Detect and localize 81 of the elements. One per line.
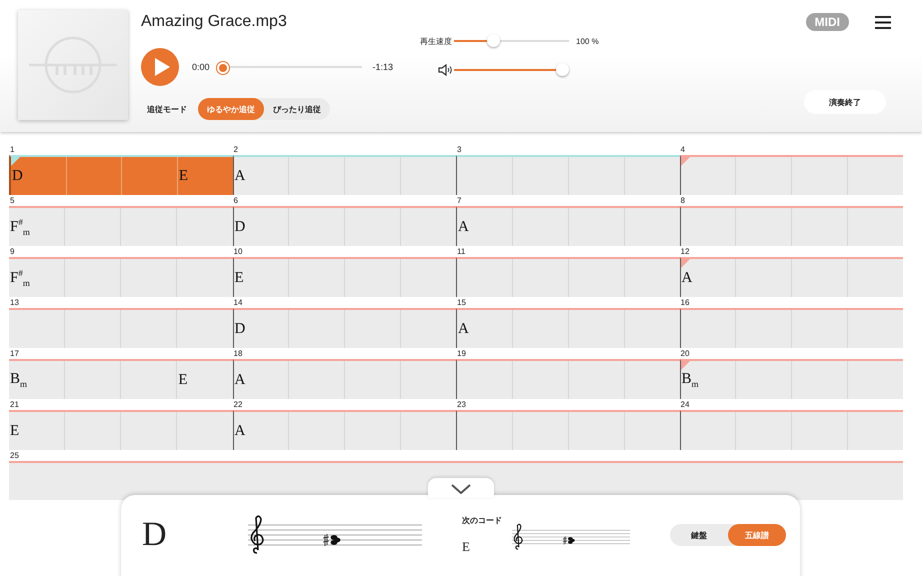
measure-number: 25: [9, 450, 20, 461]
chord-name: E: [234, 270, 244, 286]
measure-bar[interactable]: [680, 308, 903, 348]
measure-number: 22: [232, 399, 244, 410]
measure-number: 20: [680, 348, 690, 359]
measure-bar[interactable]: A: [456, 206, 680, 246]
measure-number: 24: [680, 399, 690, 410]
chord-name: A: [680, 270, 692, 286]
measure-number: 11: [456, 246, 466, 257]
measure-bar[interactable]: D E: [9, 155, 232, 195]
chord-name: E: [9, 422, 20, 440]
chord-name: E: [178, 168, 188, 184]
measure-number: 12: [680, 246, 690, 257]
measure-bar[interactable]: A: [232, 155, 456, 195]
chord-name: D: [234, 320, 246, 338]
chord-name: B$_{m}$: [680, 371, 699, 389]
measure-number: 1: [9, 144, 16, 155]
measure-number: 7: [456, 195, 462, 206]
measure-number: 15: [456, 297, 467, 308]
measure-bar[interactable]: A: [680, 257, 903, 297]
measure-number: 5: [9, 195, 16, 206]
measure-bar[interactable]: [680, 155, 903, 195]
measure-number: 19: [456, 348, 467, 359]
measure-number: 21: [9, 399, 20, 410]
measure-bar[interactable]: [456, 257, 680, 297]
chord-name: E: [177, 372, 188, 388]
elapsed-time: 0:00: [192, 62, 210, 72]
toggle-option[interactable]: ぴったり追従: [264, 98, 330, 120]
chord-name: A: [457, 320, 469, 338]
measure-number: 16: [680, 297, 690, 308]
measure-bar[interactable]: B$_{m}$ E: [9, 359, 232, 399]
measure-number: 23: [456, 399, 467, 410]
measure-bar[interactable]: [9, 308, 232, 348]
measure-number: 2: [232, 144, 239, 155]
track-title: Amazing Grace.mp3: [141, 13, 288, 32]
measure-number: 13: [9, 297, 20, 308]
chord-name: A: [234, 168, 246, 184]
piano-logo-icon: [27, 35, 119, 95]
measure-number: 8: [680, 195, 686, 206]
measure-bar[interactable]: E: [232, 257, 456, 297]
speed-value: 100 %: [576, 36, 599, 46]
measure-number: 17: [9, 348, 20, 359]
measure-bar[interactable]: A: [232, 359, 456, 399]
measure-number: 9: [9, 246, 16, 257]
measure-bar[interactable]: A: [232, 410, 456, 450]
measure-bar[interactable]: A: [456, 308, 680, 348]
measure-bar[interactable]: [680, 410, 903, 450]
measure-number: 14: [232, 297, 244, 308]
measure-number: 10: [232, 246, 244, 257]
collapse-tab[interactable]: [428, 478, 494, 498]
measure-bar[interactable]: D: [232, 308, 456, 348]
play-button[interactable]: [141, 48, 179, 86]
measure-bar[interactable]: [456, 155, 680, 195]
measure-number: 3: [456, 144, 462, 155]
play-icon[interactable]: [154, 58, 170, 76]
measure-bar[interactable]: B$_{m}$: [680, 359, 903, 399]
measure-number: 6: [232, 195, 239, 206]
menu-icon[interactable]: [875, 16, 891, 28]
measure-bar[interactable]: [456, 359, 680, 399]
next-chord: E: [462, 539, 471, 555]
chord-name: B$_{m}$: [9, 371, 28, 389]
chord-name: A: [457, 218, 469, 236]
end-performance-button[interactable]: 演奏終了: [804, 90, 886, 114]
toggle-option[interactable]: 鍵盤: [670, 524, 728, 546]
measure-number: 18: [232, 348, 244, 359]
speaker-icon[interactable]: [438, 64, 452, 76]
measure-number: 4: [680, 144, 686, 155]
chevron-down-icon[interactable]: [451, 484, 471, 494]
current-chord: D: [142, 516, 168, 554]
measure-bar[interactable]: [456, 410, 680, 450]
chord-name: A: [234, 422, 246, 440]
next-chord-label: 次のコード: [462, 515, 503, 526]
remaining-time: -1:13: [372, 62, 394, 72]
follow-mode-label: 追従モード: [147, 104, 188, 114]
chord-name: D: [234, 218, 246, 236]
measure-bar[interactable]: D: [232, 206, 456, 246]
chord-name: D: [11, 168, 23, 184]
measure-bar[interactable]: [680, 206, 903, 246]
speed-label: 再生速度: [420, 36, 453, 46]
measure-bar[interactable]: E: [9, 410, 232, 450]
chord-name: A: [234, 372, 246, 388]
